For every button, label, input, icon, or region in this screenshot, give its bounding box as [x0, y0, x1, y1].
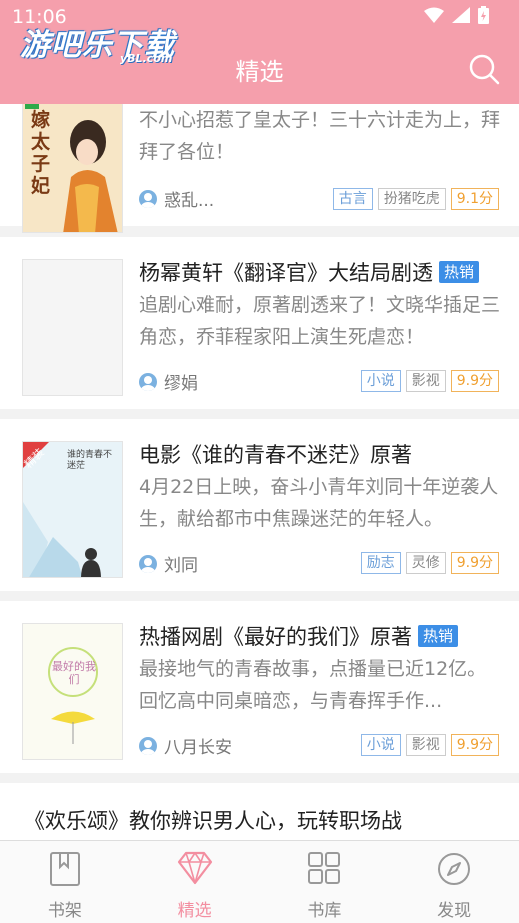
- bookshelf-icon: [49, 852, 80, 886]
- tab-featured[interactable]: 精选: [130, 841, 260, 923]
- bottom-tab-bar: 书架 精选 书库 发现: [0, 840, 519, 923]
- book-author: 刘同: [139, 551, 198, 576]
- author-name: 惑乱...: [164, 191, 215, 211]
- list-item[interactable]: 最好的我们 热播网剧《最好的我们》原著 热销 最接地气的青春故事，点播量已近12…: [0, 601, 519, 773]
- list-item[interactable]: 杨幂黄轩《翻译官》大结局剧透 热销 追剧心难耐，原著剧透来了！文晓华插足三角恋，…: [0, 237, 519, 409]
- tab-bookshelf[interactable]: 书架: [0, 841, 130, 923]
- tab-discover[interactable]: 发现: [389, 841, 519, 923]
- tag: 小说: [360, 370, 401, 392]
- tag: 灵修: [405, 552, 446, 574]
- book-description: 4月22日上映，奋斗小青年刘同十年逆袭人生，献给都市中焦躁迷茫的年轻人。: [139, 476, 499, 530]
- cover-art: [23, 624, 122, 759]
- tab-label: 精选: [177, 901, 212, 921]
- book-title[interactable]: 《欢乐颂》教你辨识男人心，玩转职场战: [24, 805, 402, 835]
- hot-badge: 热销: [418, 625, 459, 647]
- tag: 扮猪吃虎: [377, 188, 446, 210]
- book-cover: 精装 谁的青春不迷茫: [22, 441, 123, 578]
- book-description: 最接地气的青春故事，点播量已近12亿。回忆高中同桌暗恋，与青春挥手作...: [139, 658, 487, 712]
- book-author: 八月长安: [139, 733, 232, 758]
- user-icon: [139, 554, 157, 573]
- book-list: 嫁太子妃 不小心招惹了皇太子！三十六计走为上，拜拜了各位！ 惑乱... 古言 扮…: [0, 104, 519, 840]
- book-title-text: 杨幂黄轩《翻译官》大结局剧透: [139, 261, 433, 285]
- author-name: 八月长安: [164, 738, 232, 758]
- book-cover: 最好的我们: [22, 623, 123, 760]
- book-description: 不小心招惹了皇太子！三十六计走为上，拜拜了各位！: [139, 109, 501, 163]
- compass-icon: [438, 853, 471, 885]
- grid-icon: [308, 852, 341, 884]
- book-title: 电影《谁的青春不迷茫》原著: [139, 439, 412, 469]
- tag-group: 古言 扮猪吃虎 9.1分: [332, 188, 499, 210]
- tab-label: 书架: [47, 901, 82, 921]
- diamond-icon: [177, 851, 212, 885]
- tag-group: 励志 灵修 9.9分: [360, 552, 499, 574]
- tab-label: 发现: [437, 901, 472, 921]
- list-item[interactable]: 精装 谁的青春不迷茫 电影《谁的青春不迷茫》原著 4月22日上映，奋斗小青年刘同…: [0, 419, 519, 591]
- score-badge: 9.9分: [450, 552, 499, 574]
- tab-label: 书库: [307, 901, 342, 921]
- tag: 影视: [405, 734, 446, 756]
- book-title-text: 电影《谁的青春不迷茫》原著: [139, 443, 412, 467]
- score-badge: 9.9分: [450, 370, 499, 392]
- battery-icon: [478, 6, 489, 24]
- status-icons: [424, 6, 489, 24]
- top-bar: 11:06 游吧乐下载 yBL.com 精选: [0, 0, 519, 104]
- user-icon: [139, 189, 157, 208]
- book-title: 热播网剧《最好的我们》原著 热销: [139, 621, 459, 651]
- hot-badge: 热销: [439, 261, 480, 283]
- author-name: 刘同: [164, 556, 198, 576]
- book-title-text: 热播网剧《最好的我们》原著: [139, 625, 412, 649]
- score-badge: 9.9分: [450, 734, 499, 756]
- book-author: 缪娟: [139, 369, 198, 394]
- book-title: 杨幂黄轩《翻译官》大结局剧透 热销: [139, 257, 480, 287]
- tab-library[interactable]: 书库: [260, 841, 390, 923]
- page-title: 精选: [235, 58, 284, 86]
- list-item[interactable]: 嫁太子妃 不小心招惹了皇太子！三十六计走为上，拜拜了各位！ 惑乱... 古言 扮…: [0, 104, 519, 233]
- tag: 影视: [405, 370, 446, 392]
- book-description: 追剧心难耐，原著剧透来了！文晓华插足三角恋，乔菲程家阳上演生死虐恋！: [139, 294, 501, 348]
- tag: 古言: [332, 188, 373, 210]
- signal-icon: [452, 7, 470, 23]
- score-badge: 9.1分: [450, 188, 499, 210]
- book-cover: 嫁太子妃: [22, 104, 123, 233]
- cover-title: 谁的青春不迷茫: [67, 450, 113, 471]
- user-icon: [139, 372, 157, 391]
- book-cover: [22, 259, 123, 396]
- search-icon[interactable]: [467, 52, 501, 86]
- book-author: 惑乱...: [139, 186, 214, 211]
- tag: 小说: [360, 734, 401, 756]
- author-name: 缪娟: [164, 374, 198, 394]
- wifi-icon: [424, 7, 444, 23]
- tag-group: 小说 影视 9.9分: [360, 370, 499, 392]
- tag: 励志: [360, 552, 401, 574]
- cover-title: 最好的我们: [52, 660, 96, 686]
- user-icon: [139, 736, 157, 755]
- cover-title: 嫁太子妃: [31, 109, 51, 197]
- tag-group: 小说 影视 9.9分: [360, 734, 499, 756]
